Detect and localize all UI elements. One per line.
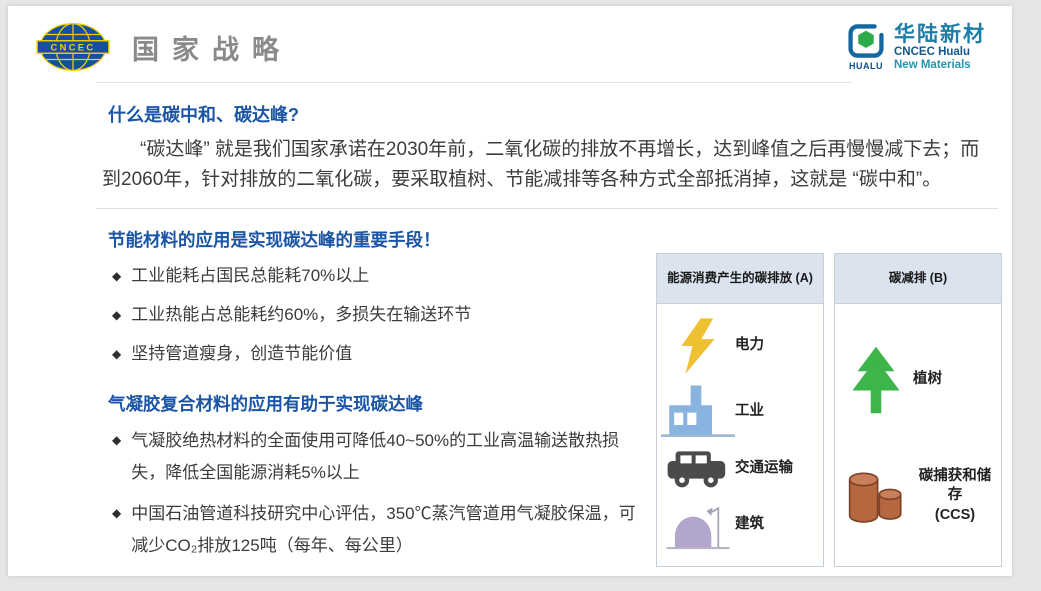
section-3-bullets: ◆ 气凝胶绝热材料的全面使用可降低40~50%的工业高温输送散热损失，降低全国能… xyxy=(104,425,642,576)
diamond-bullet-icon: ◆ xyxy=(112,339,121,369)
intro-heading: 什么是碳中和、碳达峰? xyxy=(108,101,998,127)
bullet-text: 气凝胶绝热材料的全面使用可降低40~50%的工业高温输送散热损失，降低全国能源消… xyxy=(131,425,642,489)
factory-icon xyxy=(661,382,735,440)
lightning-icon xyxy=(661,317,735,375)
text-column: 节能材料的应用是实现碳达峰的重要手段！ ◆ 工业能耗占国民总能耗70%以上 ◆ … xyxy=(104,223,656,576)
slide: CNCEC 国家战略 HUALU 华陆新材 CNCEC Hualu New Ma… xyxy=(8,6,1012,576)
page-title: 国家战略 xyxy=(132,28,292,67)
diagram-row-ccs: 碳捕获和储存 (CCS) xyxy=(839,467,997,526)
hualu-logo-icon: HUALU xyxy=(845,23,887,71)
main-content: 节能材料的应用是实现碳达峰的重要手段！ ◆ 工业能耗占国民总能耗70%以上 ◆ … xyxy=(8,209,1012,576)
list-item: ◆ 工业热能占总能耗约60%，多损失在输送环节 xyxy=(112,300,642,330)
car-icon xyxy=(661,448,735,490)
section-2-heading: 节能材料的应用是实现碳达峰的重要手段！ xyxy=(108,227,642,252)
hualu-name-cn: 华陆新材 xyxy=(894,24,986,47)
bullet-text: 中国石油管道科技研究中心评估，350℃蒸汽管道用气凝胶保温，可减少CO₂排放12… xyxy=(131,498,642,562)
cncec-logo-icon: CNCEC xyxy=(34,21,112,73)
diamond-bullet-icon: ◆ xyxy=(112,261,121,291)
diagram-row-building: 建筑 xyxy=(661,497,819,553)
bullet-text: 坚持管道瘦身，创造节能价值 xyxy=(131,339,352,369)
intro-section: 什么是碳中和、碳达峰? “碳达峰” 就是我们国家承诺在2030年前，二氧化碳的排… xyxy=(8,83,1012,195)
diagram-row-transport: 交通运输 xyxy=(661,448,819,490)
hualu-name-en1: CNCEC Hualu xyxy=(894,46,986,58)
intro-paragraph: “碳达峰” 就是我们国家承诺在2030年前，二氧化碳的排放不再增长，达到峰值之后… xyxy=(102,135,998,195)
tree-icon xyxy=(839,345,913,415)
panel-carbon-reduction: 碳减排 (B) 植树 xyxy=(834,253,1002,567)
panel-carbon-emissions: 能源消费产生的碳排放 (A) 电力 xyxy=(656,253,824,567)
diagram-panels: 能源消费产生的碳排放 (A) 电力 xyxy=(656,253,1002,576)
diagram-row-electricity: 电力 xyxy=(661,317,819,375)
list-item: ◆ 中国石油管道科技研究中心评估，350℃蒸汽管道用气凝胶保温，可减少CO₂排放… xyxy=(112,498,642,562)
diamond-bullet-icon: ◆ xyxy=(112,425,121,489)
panel-a-title: 能源消费产生的碳排放 (A) xyxy=(657,254,823,304)
list-item: ◆ 工业能耗占国民总能耗70%以上 xyxy=(112,261,642,291)
diagram-label: 建筑 xyxy=(735,515,764,535)
diamond-bullet-icon: ◆ xyxy=(112,571,121,576)
hualu-logo: HUALU 华陆新材 CNCEC Hualu New Materials xyxy=(845,23,986,71)
hualu-mark-text: HUALU xyxy=(845,61,887,71)
diagram-label: 碳捕获和储存 (CCS) xyxy=(913,467,997,526)
diagram-label: 工业 xyxy=(735,402,764,422)
dome-building-icon xyxy=(661,497,735,553)
cncec-logo-text: CNCEC xyxy=(51,43,96,53)
bullet-text: 气凝胶超级纳米绝热板用于修建墙体保温可将室内暖气调低5 ℃，可减少二氧化碳排放1… xyxy=(131,571,642,576)
panel-b-title: 碳减排 (B) xyxy=(835,254,1001,304)
ccs-label-line1: 碳捕获和储存 xyxy=(913,467,997,506)
bullet-text: 工业热能占总能耗约60%，多损失在输送环节 xyxy=(131,300,471,330)
diagram-label: 电力 xyxy=(735,336,764,356)
diamond-bullet-icon: ◆ xyxy=(112,300,121,330)
hualu-name-en2: New Materials xyxy=(894,59,986,71)
diagram-row-tree: 植树 xyxy=(839,345,997,415)
slide-header: CNCEC 国家战略 HUALU 华陆新材 CNCEC Hualu New Ma… xyxy=(8,6,1012,76)
ccs-label-line2: (CCS) xyxy=(913,506,997,526)
section-2-bullets: ◆ 工业能耗占国民总能耗70%以上 ◆ 工业热能占总能耗约60%，多损失在输送环… xyxy=(104,261,642,369)
list-item: ◆ 坚持管道瘦身，创造节能价值 xyxy=(112,339,642,369)
bullet-text: 工业能耗占国民总能耗70%以上 xyxy=(131,261,369,291)
section-3-heading: 气凝胶复合材料的应用有助于实现碳达峰 xyxy=(108,391,642,416)
diagram-label: 植树 xyxy=(913,370,942,390)
list-item: ◆ 气凝胶绝热材料的全面使用可降低40~50%的工业高温输送散热损失，降低全国能… xyxy=(112,425,642,489)
list-item: ◆ 气凝胶超级纳米绝热板用于修建墙体保温可将室内暖气调低5 ℃，可减少二氧化碳排… xyxy=(112,571,642,576)
diagram-row-industry: 工业 xyxy=(661,382,819,440)
barrels-icon xyxy=(839,468,913,524)
diagram-label: 交通运输 xyxy=(735,459,793,479)
diamond-bullet-icon: ◆ xyxy=(112,498,121,562)
